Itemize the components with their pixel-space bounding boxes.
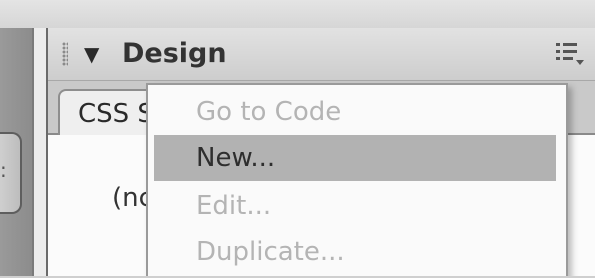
menu-item-edit[interactable]: Edit...	[148, 183, 562, 229]
tab-css-styles-label: CSS S	[78, 99, 154, 129]
context-menu: Go to Code New... Edit... Duplicate...	[146, 83, 568, 278]
menu-item-duplicate[interactable]: Duplicate...	[148, 229, 562, 275]
panel-options-icon[interactable]	[554, 40, 586, 68]
side-tab-glyph-icon: :	[0, 158, 7, 182]
screen: : ▼ Design CSS S (nc Go to Code New... E…	[0, 0, 595, 278]
menu-item-new[interactable]: New...	[154, 135, 556, 181]
panel-header[interactable]: ▼ Design	[48, 28, 595, 81]
triangle-down-icon[interactable]: ▼	[84, 44, 99, 64]
gripper-icon[interactable]	[62, 42, 68, 66]
panel-title: Design	[122, 38, 227, 69]
top-toolbar-strip	[0, 0, 595, 28]
menu-item-go-to-code[interactable]: Go to Code	[148, 89, 562, 135]
